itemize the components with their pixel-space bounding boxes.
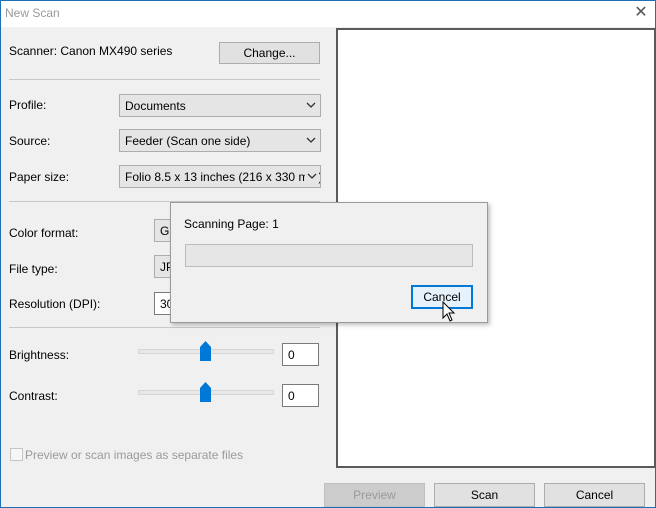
preview-button[interactable]: Preview — [324, 483, 425, 507]
title-bar: New Scan ✕ — [1, 1, 655, 27]
new-scan-window: New Scan ✕ Scanner: Canon MX490 series C… — [0, 0, 656, 508]
paper-size-dropdown[interactable]: Folio 8.5 x 13 inches (216 x 330 mm) — [119, 165, 321, 188]
brightness-input[interactable]: 0 — [282, 343, 319, 366]
brightness-label: Brightness: — [9, 348, 70, 362]
chevron-down-icon — [305, 169, 319, 183]
close-icon[interactable]: ✕ — [633, 3, 649, 23]
contrast-slider-thumb[interactable] — [200, 382, 211, 402]
window-title: New Scan — [5, 6, 60, 20]
cancel-button[interactable]: Cancel — [544, 483, 645, 507]
brightness-value: 0 — [288, 348, 295, 362]
paper-size-value: Folio 8.5 x 13 inches (216 x 330 mm) — [125, 170, 321, 184]
separate-files-label: Preview or scan images as separate files — [25, 448, 244, 462]
contrast-label: Contrast: — [9, 389, 58, 403]
brightness-slider-thumb[interactable] — [200, 341, 211, 361]
chevron-down-icon — [306, 102, 316, 108]
source-label: Source: — [9, 134, 51, 148]
paper-size-label: Paper size: — [9, 170, 70, 184]
scan-button[interactable]: Scan — [434, 483, 535, 507]
profile-dropdown[interactable]: Documents — [119, 94, 321, 117]
source-dropdown[interactable]: Feeder (Scan one side) — [119, 129, 321, 152]
chevron-down-icon — [306, 137, 316, 143]
change-button[interactable]: Change... — [219, 42, 320, 64]
source-value: Feeder (Scan one side) — [125, 134, 251, 148]
divider — [9, 327, 320, 328]
file-type-label: File type: — [9, 262, 58, 276]
scanner-label: Scanner: Canon MX490 series — [9, 44, 173, 58]
contrast-value: 0 — [288, 389, 295, 403]
color-format-label: Color format: — [9, 226, 79, 240]
scan-progress-bar — [185, 244, 473, 267]
scanning-progress-dialog: Scanning Page: 1 Cancel — [170, 202, 488, 323]
profile-value: Documents — [125, 99, 186, 113]
divider — [9, 79, 320, 80]
separate-files-checkbox[interactable] — [10, 448, 23, 461]
scanning-status: Scanning Page: 1 — [184, 217, 279, 231]
profile-label: Profile: — [9, 98, 47, 112]
contrast-input[interactable]: 0 — [282, 384, 319, 407]
mouse-pointer-icon — [442, 301, 456, 322]
resolution-label: Resolution (DPI): — [9, 297, 101, 311]
